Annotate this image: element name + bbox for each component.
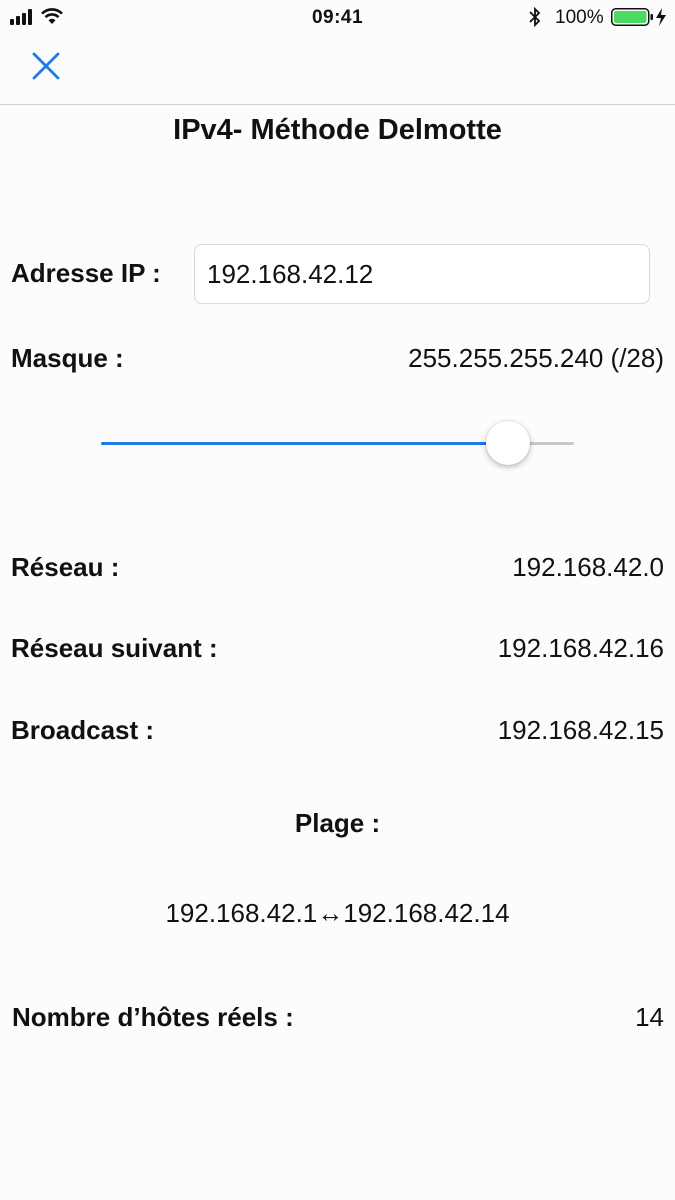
mask-slider-fill — [101, 442, 508, 445]
range-value: 192.168.42.1↔192.168.42.14 — [165, 898, 510, 928]
hosts-value: 14 — [635, 1002, 664, 1032]
next-network-value: 192.168.42.16 — [497, 633, 664, 663]
mask-label: Masque : — [11, 343, 124, 373]
ip-address-label: Adresse IP : — [11, 258, 161, 288]
mask-slider-thumb[interactable] — [485, 421, 530, 465]
page-title: IPv4- Méthode Delmotte — [173, 114, 502, 146]
broadcast-label: Broadcast : — [11, 715, 155, 745]
hosts-label: Nombre d’hôtes réels : — [12, 1002, 294, 1032]
network-value: 192.168.42.0 — [512, 552, 664, 582]
nav-divider — [0, 104, 675, 105]
network-label: Réseau : — [11, 552, 120, 582]
bluetooth-icon — [529, 7, 541, 27]
range-label: Plage : — [294, 808, 381, 838]
battery-icon — [611, 8, 653, 26]
close-icon[interactable] — [28, 48, 64, 84]
status-bar: 09:41 100% — [0, 0, 675, 36]
charging-icon — [656, 8, 666, 26]
next-network-label: Réseau suivant : — [11, 633, 218, 663]
battery-percent: 100% — [555, 7, 604, 28]
mask-value: 255.255.255.240 (/28) — [408, 343, 664, 373]
ip-address-input[interactable]: 192.168.42.12 — [194, 244, 650, 304]
broadcast-value: 192.168.42.15 — [497, 715, 664, 745]
